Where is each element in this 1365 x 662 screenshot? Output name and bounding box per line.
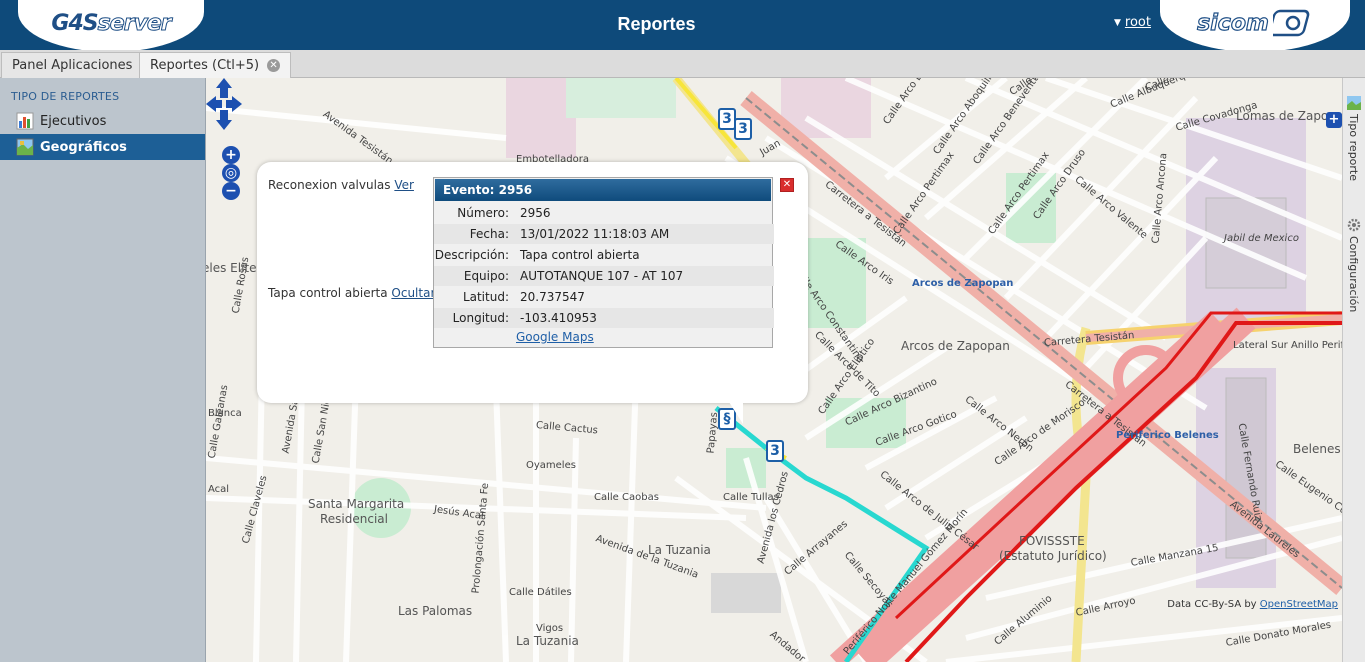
sidebar-item-label: Geográficos <box>40 139 127 155</box>
tab-label: Reportes (Ctl+5) <box>150 58 260 73</box>
chevron-down-icon: ▼ <box>1114 17 1121 28</box>
tab-bar: Panel Aplicaciones Reportes (Ctl+5) ✕ <box>0 50 1365 78</box>
event-row-numero: Número: 2956 <box>457 206 551 220</box>
map-label: Las Palomas <box>398 604 473 618</box>
map-label: Acal <box>208 484 230 495</box>
popup-tail <box>729 402 743 424</box>
map-label: Arcos de Zapopan <box>901 339 1010 353</box>
map-attribution: Data CC-By-SA by OpenStreetMap <box>1167 599 1338 610</box>
popup-line-reconexion: Reconexion valvulas Ver <box>268 178 414 192</box>
map-label: (Estatuto Jurídico) <box>999 549 1107 563</box>
map-label: Residencial <box>320 512 388 526</box>
tab-label: Panel Aplicaciones <box>12 58 133 73</box>
sicom-logo: sicom <box>1160 0 1350 52</box>
map-label: eles Elite <box>206 261 257 275</box>
zoom-out-button[interactable]: − <box>222 182 240 200</box>
event-popup: Reconexion valvulas Ver Tapa control abi… <box>257 162 808 424</box>
map-label: Vigos <box>536 623 564 634</box>
ver-link[interactable]: Ver <box>394 178 414 192</box>
map-label: Belenes <box>1293 442 1341 456</box>
map-label: Calle Dátiles <box>509 587 572 598</box>
tab-panel-aplicaciones[interactable]: Panel Aplicaciones <box>1 52 144 78</box>
zoom-in-button[interactable]: + <box>222 146 240 164</box>
map-label: Santa Margarita <box>308 497 405 511</box>
user-menu[interactable]: ▼ root <box>1114 15 1151 30</box>
map-label: Jabil de Mexico <box>1224 233 1299 244</box>
sicom-emblem-icon <box>1272 9 1310 37</box>
close-icon[interactable]: ✕ <box>267 59 281 72</box>
ocultar-link[interactable]: Ocultar <box>391 286 435 300</box>
map-label: La Tuzania <box>516 634 579 648</box>
bar-chart-icon <box>16 112 34 130</box>
vehicle-marker[interactable]: 3 <box>766 440 784 462</box>
sidebar-item-geograficos[interactable]: Geográficos <box>0 134 205 160</box>
pan-control[interactable] <box>206 78 242 130</box>
user-link[interactable]: root <box>1125 15 1151 30</box>
tipo-reporte-panel-tab[interactable]: Tipo reporte <box>1347 114 1360 181</box>
map-label: Periferico Belenes <box>1116 430 1219 441</box>
map-icon <box>16 138 34 156</box>
vehicle-marker[interactable]: 3 <box>734 118 752 140</box>
event-row-latitud: Latitud: 20.737547 <box>462 290 585 304</box>
event-row-fecha: Fecha: 13/01/2022 11:18:03 AM <box>434 224 774 244</box>
map-view[interactable]: Avenida Tesistán Calle Arco Escocés Call… <box>206 78 1342 662</box>
map-label: Lateral Sur Anillo Periféri <box>1233 340 1342 351</box>
close-icon[interactable]: ✕ <box>780 178 794 192</box>
gear-icon <box>1347 218 1361 232</box>
openstreetmap-link[interactable]: OpenStreetMap <box>1260 599 1338 610</box>
map-label: Blanca <box>208 408 242 419</box>
right-collapsed-panel: Tipo reporte Configuración <box>1342 78 1365 662</box>
event-row-descripcion: Descripción: Tapa control abierta <box>434 248 640 262</box>
globe-icon[interactable]: ◎ <box>222 164 240 182</box>
sidebar-item-label: Ejecutivos <box>40 113 107 129</box>
google-maps-link[interactable]: Google Maps <box>516 330 594 344</box>
sidebar-item-ejecutivos[interactable]: Ejecutivos <box>0 108 205 134</box>
map-label: Calle Caobas <box>594 492 659 503</box>
event-title: Evento: 2956 <box>435 179 771 201</box>
sidebar-section-title: TIPO DE REPORTES <box>11 90 120 103</box>
event-row-longitud: Longitud: -103.410953 <box>434 308 774 328</box>
tab-reportes[interactable]: Reportes (Ctl+5) ✕ <box>139 52 292 78</box>
configuracion-panel-tab[interactable]: Configuración <box>1347 236 1360 312</box>
map-label: Arcos de Zapopan <box>912 278 1014 289</box>
report-type-sidebar: TIPO DE REPORTES Ejecutivos Geográficos <box>0 78 206 662</box>
map-label: FOVISSSTE <box>1019 534 1085 548</box>
app-header: G4S server Reportes ▼ root sicom <box>0 0 1365 52</box>
popup-line-tapa: Tapa control abierta Ocultar <box>268 286 436 300</box>
map-label: Oyameles <box>526 460 576 471</box>
event-row-equipo: Equipo: AUTOTANQUE 107 - AT 107 <box>434 266 774 286</box>
event-details-panel: Evento: 2956 Número: 2956 Fecha: 13/01/202… <box>433 177 774 348</box>
map-label: Calle Tullas <box>723 492 779 503</box>
map-icon <box>1347 96 1361 110</box>
add-layer-button[interactable]: + <box>1326 112 1342 128</box>
